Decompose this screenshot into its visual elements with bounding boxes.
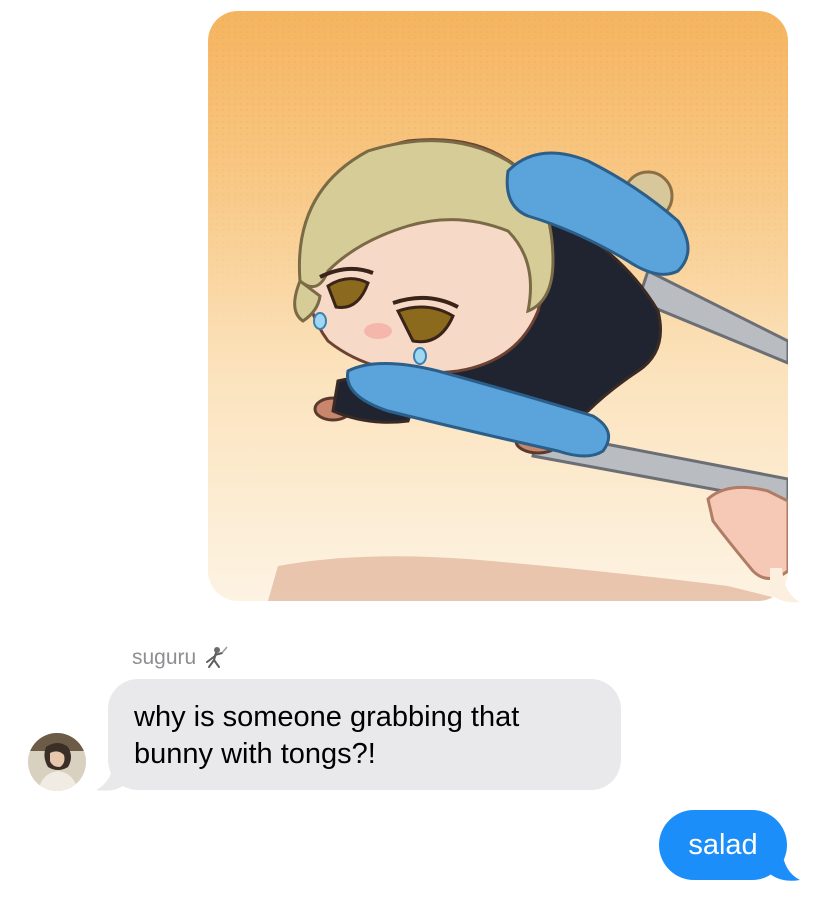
messages-thread: suguru why is someone grabbing that bunn… [0, 0, 828, 899]
sender-name-label: suguru [132, 645, 228, 671]
contact-avatar-photo-icon [28, 733, 86, 791]
received-message-bubble[interactable]: why is someone grabbing that bunny with … [108, 679, 621, 790]
received-message-line-1: why is someone grabbing that [134, 701, 520, 733]
sent-message-bubble[interactable]: salad [659, 810, 787, 880]
sent-image-bubble-tail [770, 568, 800, 603]
received-message-line-2: bunny with tongs?! [134, 738, 376, 770]
contact-avatar[interactable] [28, 733, 86, 791]
sender-name-text: suguru [132, 646, 197, 669]
sent-image-message[interactable] [208, 11, 788, 601]
sent-message-text: salad [688, 829, 758, 861]
fencing-person-icon [206, 646, 228, 668]
chibi-illustration-icon [208, 11, 788, 601]
